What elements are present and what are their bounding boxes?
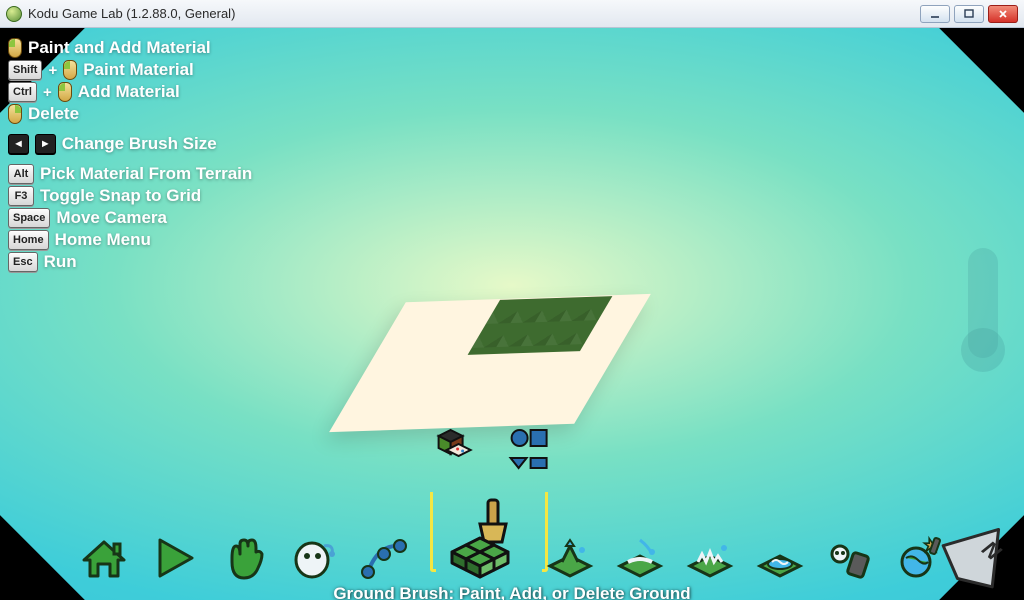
plus-icon: + bbox=[48, 62, 57, 79]
tool-erase[interactable] bbox=[824, 532, 876, 584]
key-f3: F3 bbox=[8, 186, 34, 206]
maximize-button[interactable] bbox=[954, 5, 984, 23]
key-ctrl: Ctrl bbox=[8, 82, 37, 102]
key-left-arrow: ◄ bbox=[8, 134, 29, 154]
help-label: Move Camera bbox=[56, 208, 167, 228]
help-row-run: Esc Run bbox=[8, 252, 252, 272]
tool-terrain-up[interactable] bbox=[544, 532, 596, 584]
help-row-camera: Space Move Camera bbox=[8, 208, 252, 228]
help-label: Change Brush Size bbox=[62, 134, 217, 154]
subtool-material-picker[interactable] bbox=[427, 424, 475, 472]
help-row-add: Ctrl + Add Material bbox=[8, 82, 252, 102]
help-label: Add Material bbox=[78, 82, 180, 102]
bottom-toolbar bbox=[0, 424, 1024, 584]
help-label: Pick Material From Terrain bbox=[40, 164, 252, 184]
key-alt: Alt bbox=[8, 164, 34, 184]
help-row-delete: Delete bbox=[8, 104, 252, 124]
help-label: Paint and Add Material bbox=[28, 38, 211, 58]
help-label: Paint Material bbox=[83, 60, 194, 80]
app-icon bbox=[6, 6, 22, 22]
help-label: Home Menu bbox=[55, 230, 151, 250]
window-titlebar: Kodu Game Lab (1.2.88.0, General) bbox=[0, 0, 1024, 28]
mouse-left-icon bbox=[63, 60, 77, 80]
vignette-corner bbox=[939, 28, 1024, 113]
help-overlay: Paint and Add Material Shift + Paint Mat… bbox=[8, 38, 252, 274]
tool-ground-brush[interactable] bbox=[432, 494, 522, 584]
key-home: Home bbox=[8, 230, 49, 250]
tool-selected-wrap bbox=[432, 424, 522, 584]
plus-icon: + bbox=[43, 84, 52, 101]
thermometer-gauge bbox=[968, 248, 998, 358]
tool-object[interactable] bbox=[288, 532, 340, 584]
tool-path[interactable] bbox=[358, 532, 410, 584]
game-viewport[interactable]: Paint and Add Material Shift + Paint Mat… bbox=[0, 28, 1024, 600]
help-row-snap: F3 Toggle Snap to Grid bbox=[8, 186, 252, 206]
key-shift: Shift bbox=[8, 60, 42, 80]
key-space: Space bbox=[8, 208, 50, 228]
tool-terrain-rough[interactable] bbox=[684, 532, 736, 584]
tool-terrain-flat[interactable] bbox=[614, 532, 666, 584]
help-row-paint: Shift + Paint Material bbox=[8, 60, 252, 80]
tool-hand[interactable] bbox=[218, 532, 270, 584]
help-row-pick: Alt Pick Material From Terrain bbox=[8, 164, 252, 184]
help-label: Delete bbox=[28, 104, 79, 124]
compass[interactable]: N bbox=[938, 514, 1018, 594]
subtool-brush-shape-picker[interactable] bbox=[505, 424, 553, 472]
key-esc: Esc bbox=[8, 252, 38, 272]
mouse-left-icon bbox=[58, 82, 72, 102]
help-row-brush-size: ◄ ► Change Brush Size bbox=[8, 134, 252, 154]
tool-home[interactable] bbox=[78, 532, 130, 584]
help-row-paint-add: Paint and Add Material bbox=[8, 38, 252, 58]
window-title: Kodu Game Lab (1.2.88.0, General) bbox=[28, 6, 235, 21]
tool-water[interactable] bbox=[754, 532, 806, 584]
mouse-right-icon bbox=[8, 104, 22, 124]
tool-play[interactable] bbox=[148, 532, 200, 584]
toolbar-tooltip: Ground Brush: Paint, Add, or Delete Grou… bbox=[262, 584, 762, 600]
subtool-row bbox=[427, 424, 553, 472]
minimize-button[interactable] bbox=[920, 5, 950, 23]
close-button[interactable] bbox=[988, 5, 1018, 23]
key-right-arrow: ► bbox=[35, 134, 56, 154]
help-row-home: Home Home Menu bbox=[8, 230, 252, 250]
help-label: Run bbox=[44, 252, 77, 272]
window-buttons bbox=[920, 5, 1018, 23]
help-label: Toggle Snap to Grid bbox=[40, 186, 201, 206]
mouse-left-icon bbox=[8, 38, 22, 58]
